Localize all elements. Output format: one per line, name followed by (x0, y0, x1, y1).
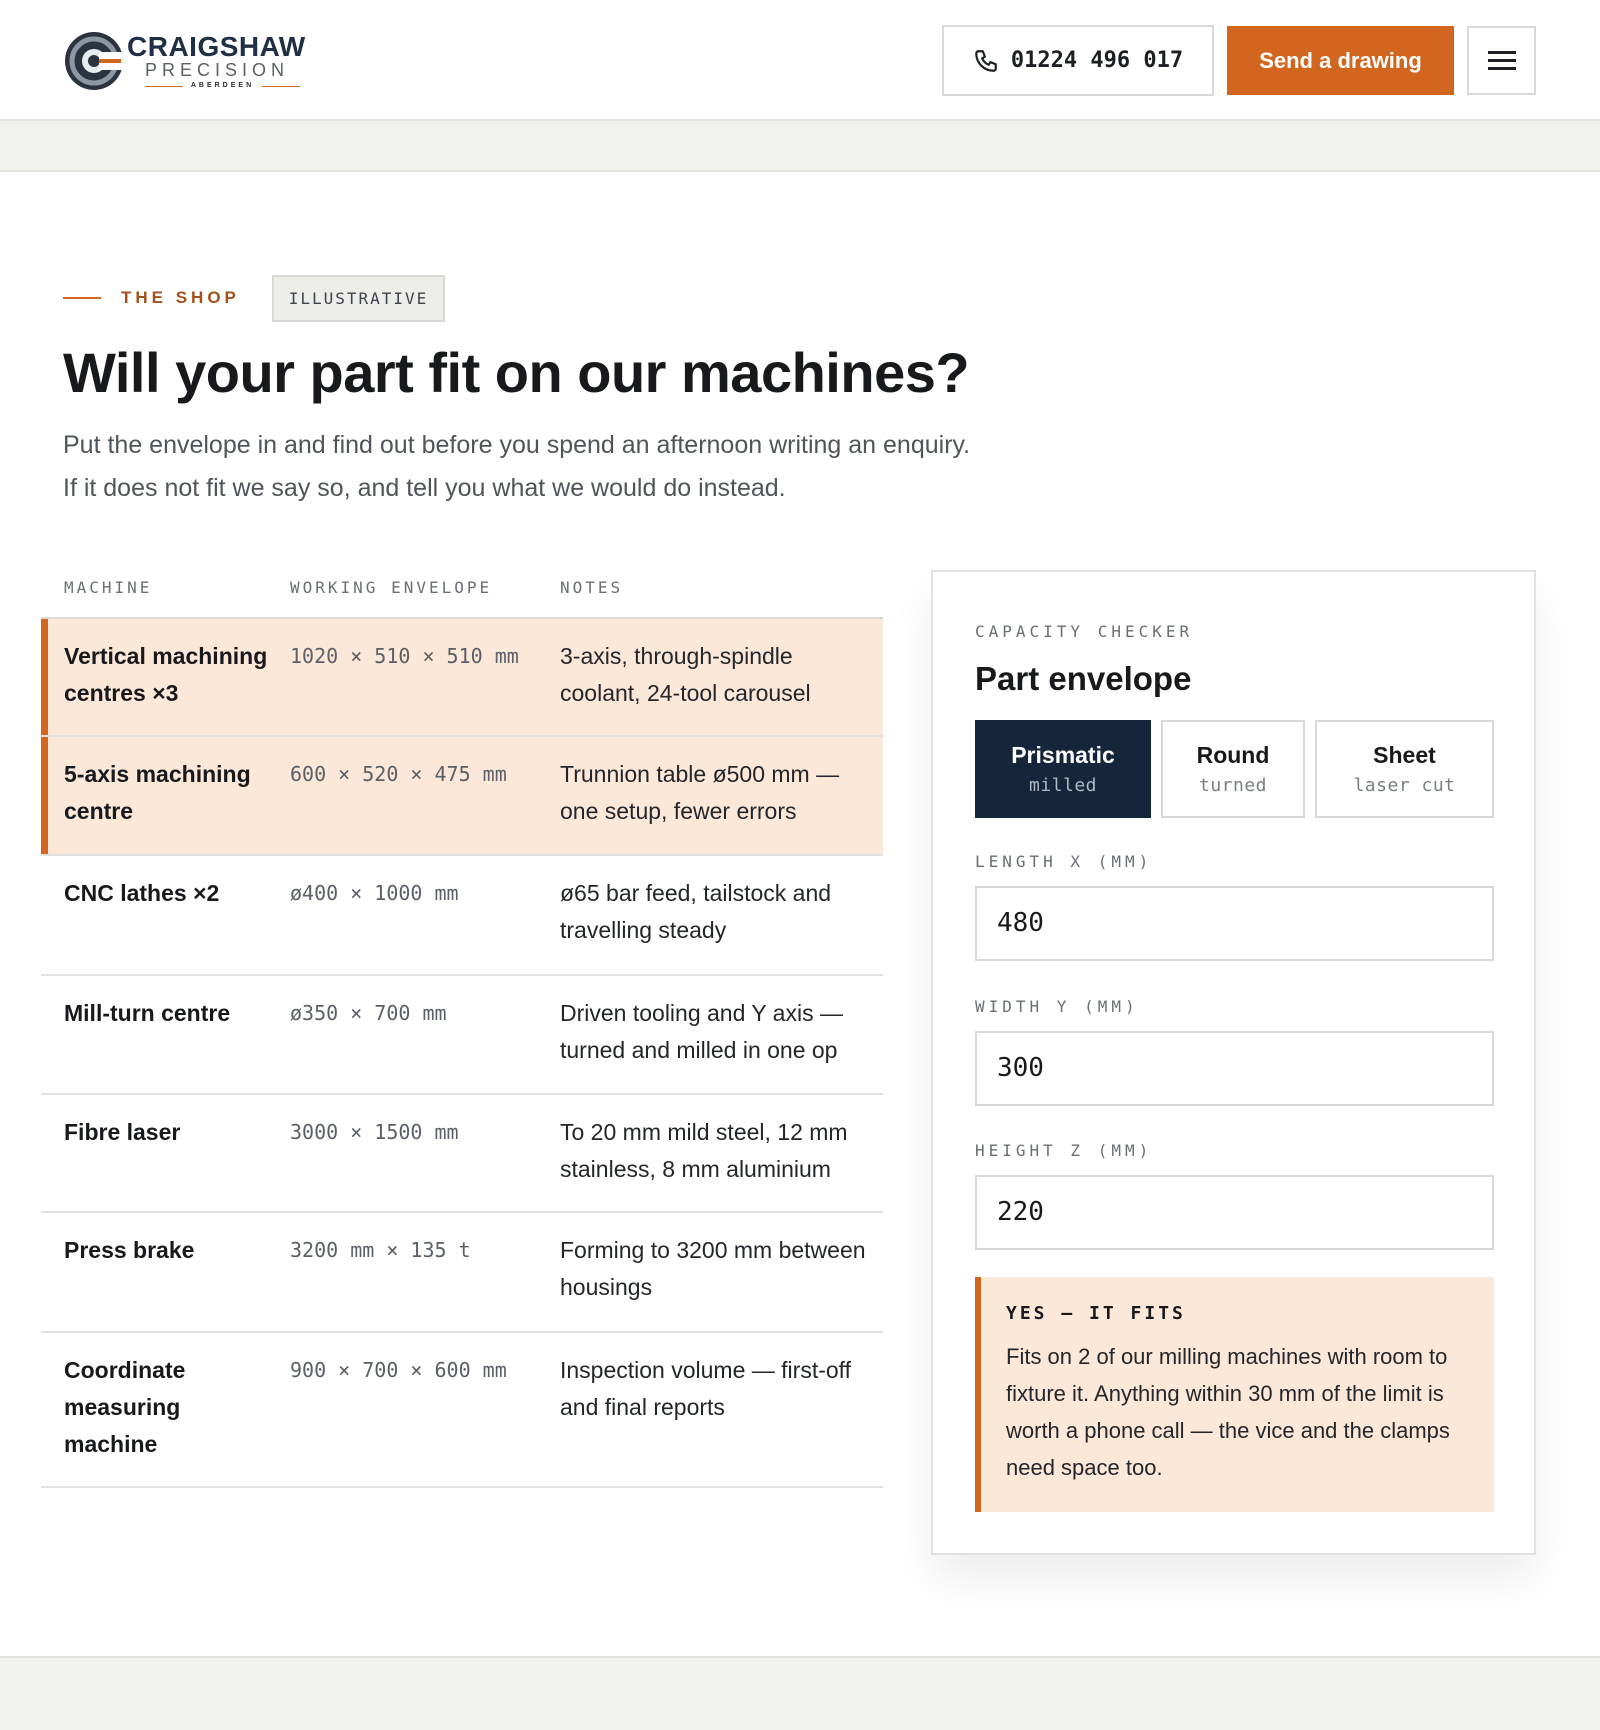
machine-name: Fibre laser (64, 1119, 181, 1145)
phone-button[interactable]: 01224 496 017 (942, 25, 1214, 96)
width-input[interactable]: 300 (975, 1031, 1494, 1106)
machine-notes: Driven tooling and Y axis — turned and m… (560, 1000, 843, 1063)
column-header-notes: NOTES (560, 578, 624, 597)
machine-notes: ø65 bar feed, tailstock and travelling s… (560, 880, 832, 943)
machine-notes: To 20 mm mild steel, 12 mm stainless, 8 … (560, 1119, 848, 1182)
illustrative-tag: ILLUSTRATIVE (272, 275, 445, 322)
intro-line-1: Put the envelope in and find out before … (63, 431, 971, 459)
phone-icon (975, 49, 997, 72)
table-row[interactable]: Fibre laser 3000 × 1500 mm To 20 mm mild… (41, 1095, 883, 1213)
table-row[interactable]: Vertical machining centres ×3 1020 × 510… (41, 619, 883, 737)
hamburger-menu-icon (1487, 50, 1516, 71)
segment-subtitle: milled (1028, 775, 1098, 796)
intro-line-2: If it does not fit we say so, and tell y… (63, 474, 786, 502)
result-body: Fits on 2 of our milling machines with r… (1006, 1344, 1450, 1480)
width-label: WIDTH Y (MM) (975, 997, 1139, 1016)
eyebrow-rule (63, 297, 101, 299)
table-row[interactable]: 5-axis machining centre 600 × 520 × 475 … (41, 737, 883, 856)
column-header-envelope: WORKING ENVELOPE (290, 578, 493, 597)
segment-title: Prismatic (1011, 742, 1115, 768)
eyebrow-label: THE SHOP (121, 288, 240, 307)
phone-number: 01224 496 017 (1010, 48, 1184, 73)
machine-notes: 3-axis, through-spindle coolant, 24-tool… (560, 643, 811, 706)
intro-text: Put the envelope in and find out before … (63, 424, 1063, 510)
brand-location: ABERDEEN (145, 81, 300, 91)
segment-round[interactable]: Round turned (1161, 720, 1305, 818)
table-row[interactable]: Mill-turn centre ø350 × 700 mm Driven to… (41, 976, 883, 1095)
machine-name: 5-axis machining centre (64, 761, 251, 824)
send-drawing-button[interactable]: Send a drawing (1227, 26, 1454, 95)
segment-subtitle: turned (1198, 775, 1268, 796)
page-title: Will your part fit on our machines? (63, 341, 970, 404)
machine-table: MACHINE WORKING ENVELOPE NOTES Vertical … (41, 570, 883, 1488)
segment-title: Round (1196, 742, 1270, 768)
brand-logo[interactable]: CRAIGSHAW PRECISION ABERDEEN (63, 30, 323, 92)
machine-notes: Forming to 3200 mm between housings (560, 1237, 866, 1300)
logo-mark-icon (65, 32, 125, 90)
length-label: LENGTH X (MM) (975, 852, 1153, 871)
column-header-machine: MACHINE (64, 578, 153, 597)
segment-sheet[interactable]: Sheet laser cut (1315, 720, 1494, 818)
machine-name: CNC lathes ×2 (64, 880, 220, 906)
machine-envelope: 900 × 700 × 600 mm (290, 1358, 507, 1382)
length-input[interactable]: 480 (975, 886, 1494, 961)
brand-subtitle: PRECISION (145, 60, 290, 80)
segment-subtitle: laser cut (1353, 775, 1456, 796)
machine-envelope: ø400 × 1000 mm (290, 881, 459, 905)
segment-prismatic[interactable]: Prismatic milled (975, 720, 1151, 818)
table-row[interactable]: Press brake 3200 mm × 135 t Forming to 3… (41, 1213, 883, 1333)
result-heading: YES — IT FITS (1006, 1303, 1186, 1324)
section-eyebrow: THE SHOP (63, 288, 240, 308)
machine-name: Press brake (64, 1237, 195, 1263)
segment-title: Sheet (1373, 742, 1436, 768)
height-label: HEIGHT Z (MM) (975, 1141, 1153, 1160)
machine-envelope: 600 × 520 × 475 mm (290, 762, 507, 786)
machine-notes: Trunnion table ø500 mm — one setup, fewe… (560, 761, 840, 824)
machine-name: Coordinate measuring machine (64, 1357, 186, 1457)
machine-envelope: 1020 × 510 × 510 mm (290, 644, 519, 668)
machine-envelope: 3200 mm × 135 t (290, 1238, 471, 1262)
capacity-checker-card: CAPACITY CHECKER Part envelope Prismatic… (931, 570, 1536, 1555)
brand-name: CRAIGSHAW (127, 31, 306, 62)
table-row[interactable]: Coordinate measuring machine 900 × 700 ×… (41, 1333, 883, 1488)
footer-band (0, 1656, 1600, 1730)
height-input[interactable]: 220 (975, 1175, 1494, 1250)
menu-button[interactable] (1467, 26, 1536, 95)
checker-eyebrow: CAPACITY CHECKER (975, 622, 1194, 641)
fit-result: YES — IT FITS Fits on 2 of our milling m… (975, 1277, 1494, 1512)
site-header: CRAIGSHAW PRECISION ABERDEEN 01224 496 0… (0, 0, 1600, 121)
table-header: MACHINE WORKING ENVELOPE NOTES (41, 570, 883, 619)
machine-envelope: 3000 × 1500 mm (290, 1120, 459, 1144)
table-row[interactable]: CNC lathes ×2 ø400 × 1000 mm ø65 bar fee… (41, 856, 883, 976)
machine-envelope: ø350 × 700 mm (290, 1001, 447, 1025)
checker-title: Part envelope (975, 660, 1192, 697)
machine-name: Mill-turn centre (64, 1000, 231, 1026)
machine-name: Vertical machining centres ×3 (64, 643, 268, 706)
header-band (0, 121, 1600, 172)
machine-notes: Inspection volume — first-off and final … (560, 1357, 852, 1420)
